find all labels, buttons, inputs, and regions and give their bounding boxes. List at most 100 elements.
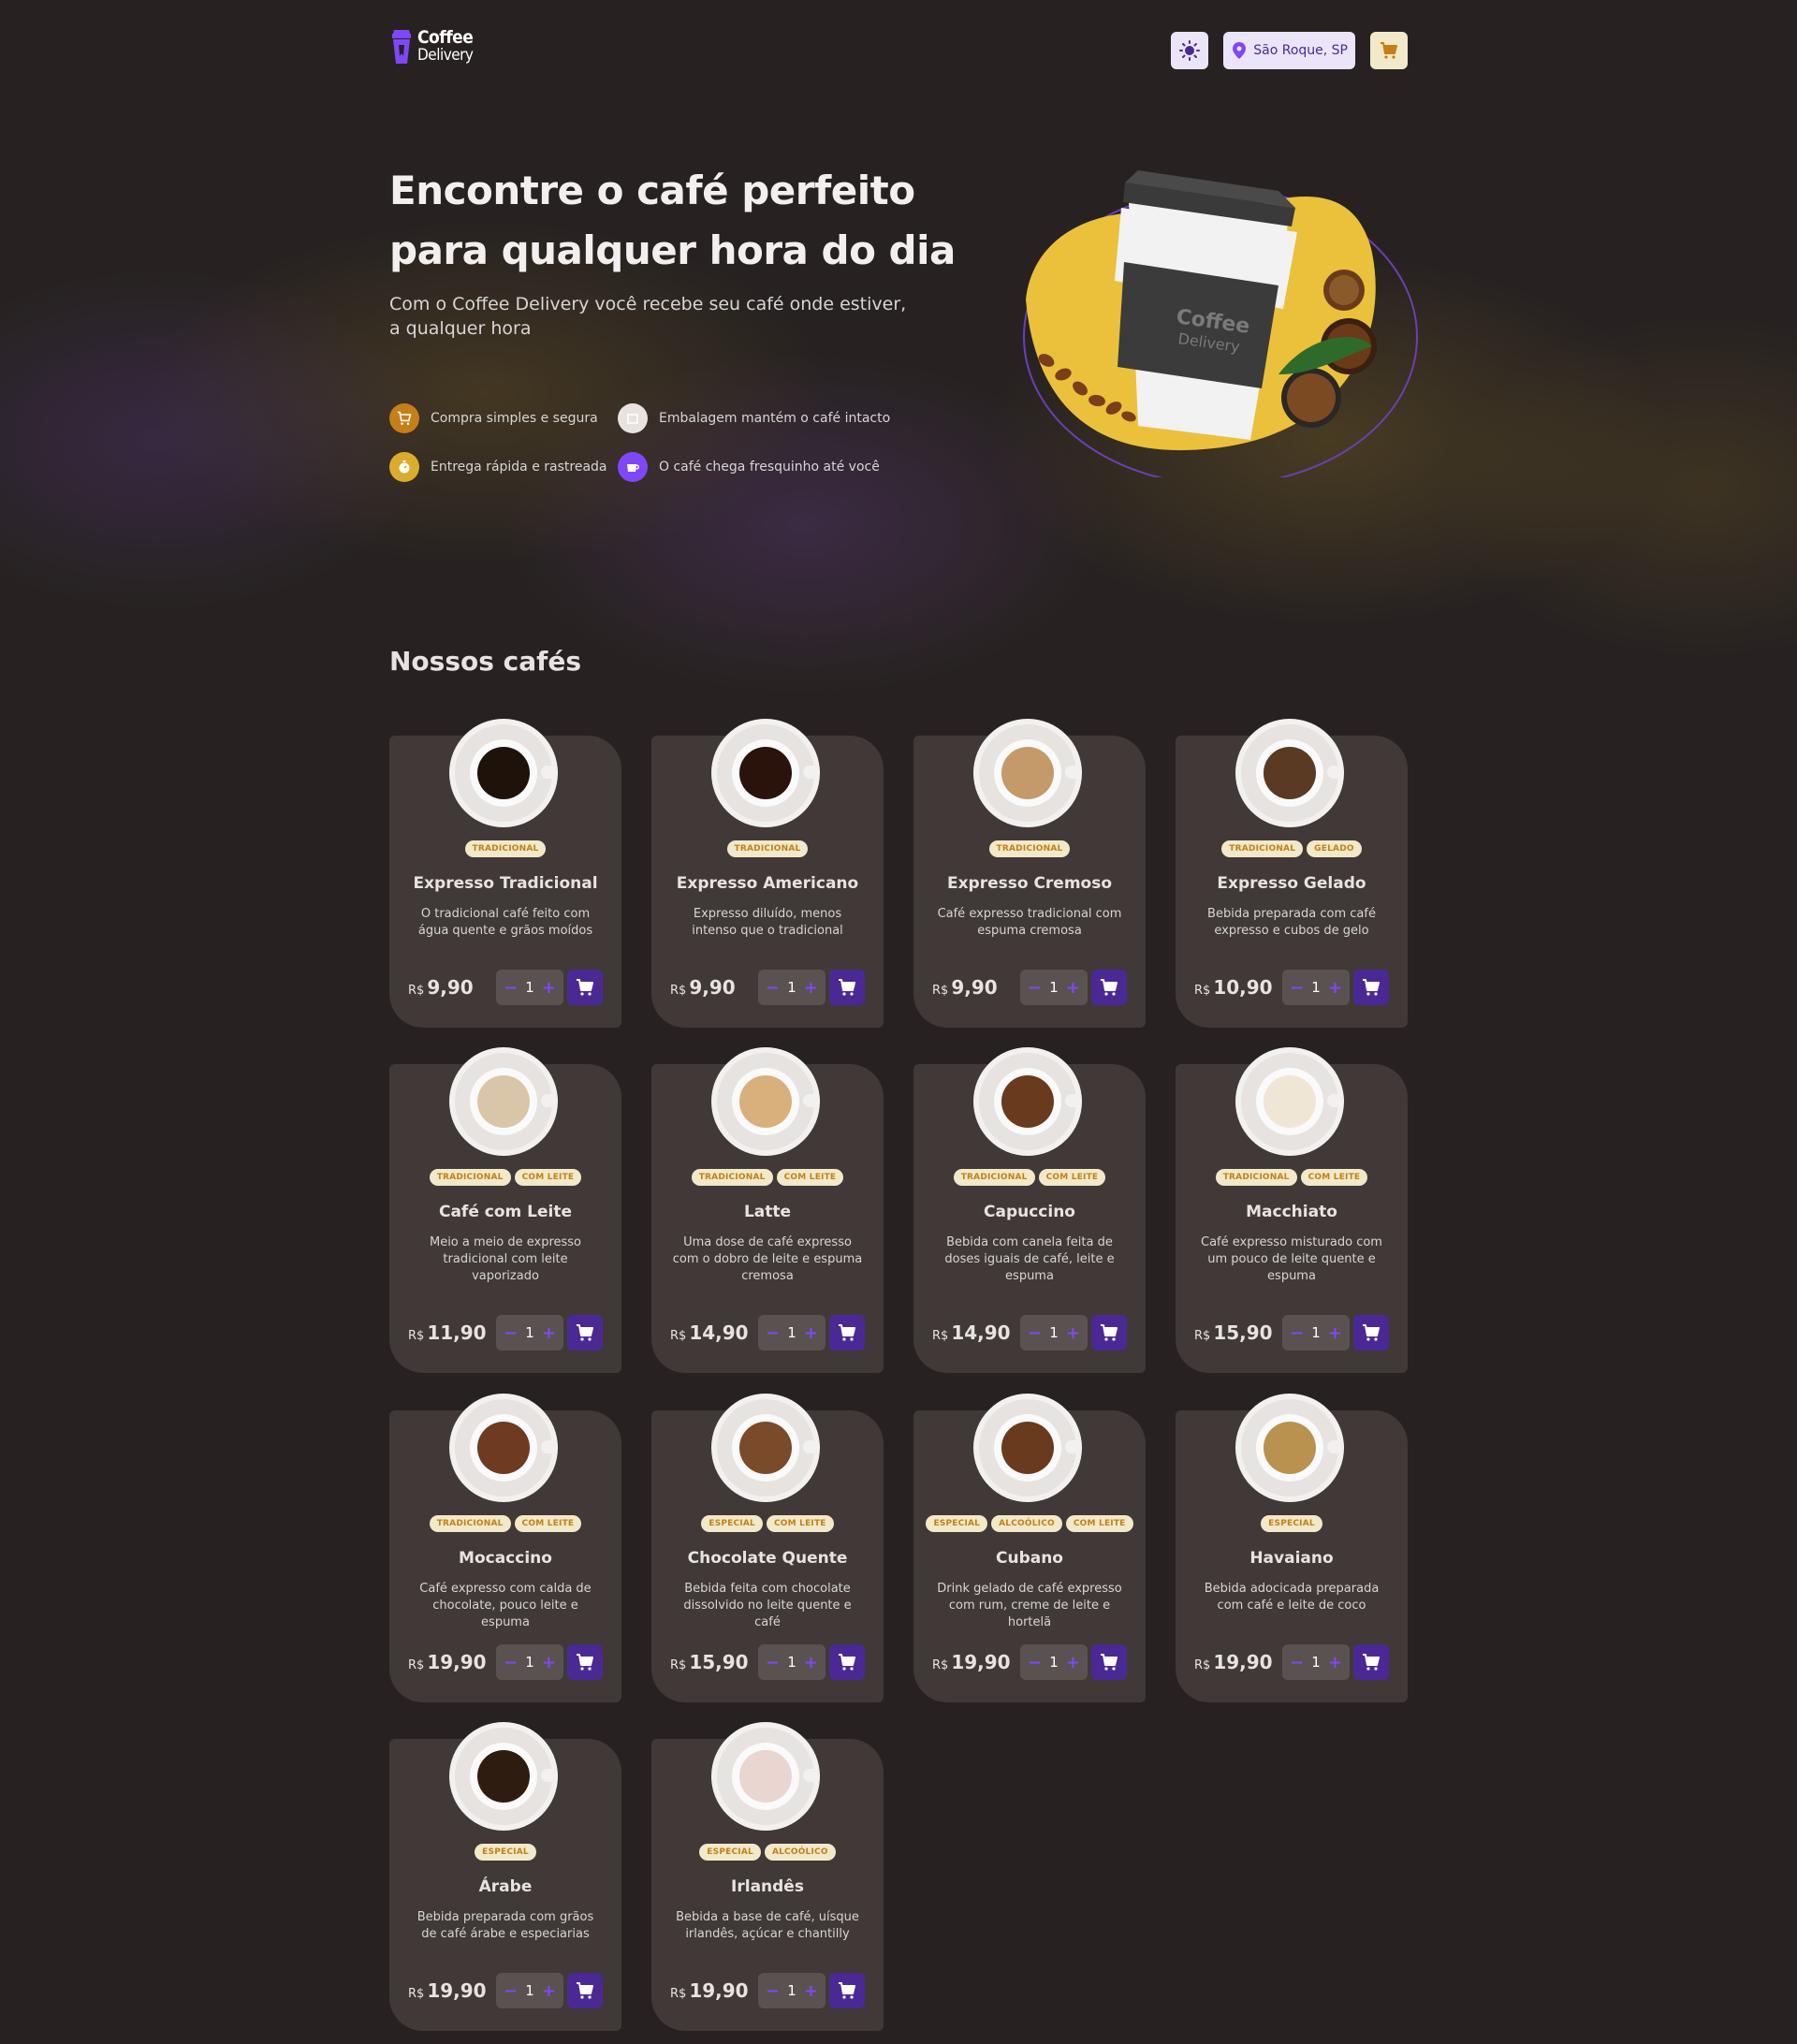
minus-button[interactable]: − (766, 1981, 780, 2001)
feature-item: Embalagem mantém o café intacto (618, 402, 898, 434)
coffee-name: Latte (743, 1203, 792, 1221)
coffee-card: ESPECIAL COM LEITE Chocolate Quente Bebid… (651, 1394, 884, 1702)
minus-button[interactable]: − (504, 1653, 518, 1672)
minus-button[interactable]: − (766, 1653, 780, 1672)
price: R$ 14,90 (670, 1321, 749, 1344)
coffee-description: Expresso diluído, menos intenso que o tr… (692, 907, 843, 938)
plus-button[interactable]: + (1066, 1653, 1080, 1672)
price: R$ 19,90 (1194, 1651, 1273, 1673)
coffee-name: Chocolate Quente (687, 1549, 848, 1568)
price: R$ 14,90 (932, 1321, 1011, 1344)
plus-button[interactable]: + (804, 1981, 818, 2001)
plus-button[interactable]: + (542, 1323, 556, 1343)
add-to-cart-button[interactable] (1091, 1644, 1127, 1680)
price-value: 9,90 (951, 976, 998, 999)
quantity-value: 1 (1049, 1324, 1059, 1341)
plus-button[interactable]: + (542, 1981, 556, 2001)
coffee-cup-image (449, 1722, 558, 1831)
card-footer: R$ 15,90 − 1 + (670, 1644, 865, 1680)
quantity-stepper: − 1 + (496, 1315, 563, 1350)
cart-button[interactable] (1370, 32, 1408, 69)
minus-button[interactable]: − (1028, 978, 1042, 998)
price: R$ 19,90 (408, 1651, 487, 1673)
add-to-cart-button[interactable] (1353, 970, 1389, 1005)
package-icon (618, 403, 648, 433)
location-label: São Roque, SP (1253, 43, 1348, 58)
coffee-description: Bebida adocicada preparada com café e le… (1204, 1582, 1380, 1613)
minus-button[interactable]: − (504, 1981, 518, 2001)
add-to-cart-button[interactable] (1091, 1315, 1127, 1350)
minus-button[interactable]: − (1290, 1653, 1304, 1672)
add-to-cart-button[interactable] (567, 1315, 603, 1350)
tag-badge: COM LEITE (514, 1169, 582, 1186)
hero-coffee-cup-image: Coffee Delivery (1023, 170, 1418, 477)
price-value: 19,90 (951, 1651, 1011, 1673)
tag-list: TRADICIONAL COM LEITE (913, 1169, 1146, 1186)
cart-icon (1101, 1654, 1118, 1671)
location-button[interactable]: São Roque, SP (1223, 32, 1355, 69)
minus-button[interactable]: − (504, 1323, 518, 1343)
plus-button[interactable]: + (1066, 1323, 1080, 1343)
quantity-stepper: − 1 + (1020, 1315, 1088, 1350)
quantity-stepper: − 1 + (758, 1315, 825, 1350)
add-to-cart-button[interactable] (829, 1973, 865, 2008)
currency-symbol: R$ (670, 1658, 687, 1672)
tag-badge: COM LEITE (514, 1515, 582, 1532)
plus-button[interactable]: + (542, 978, 556, 998)
feature-item: Entrega rápida e rastreada (389, 451, 618, 483)
quantity-value: 1 (787, 1982, 796, 1999)
minus-button[interactable]: − (1028, 1653, 1042, 1672)
tag-list: ESPECIAL ALCOÓLICO COM LEITE (913, 1515, 1146, 1532)
price: R$ 9,90 (932, 976, 998, 999)
add-to-cart-button[interactable] (1353, 1644, 1389, 1680)
minus-button[interactable]: − (504, 978, 518, 998)
minus-button[interactable]: − (1290, 1323, 1304, 1343)
quantity-stepper: − 1 + (496, 1973, 563, 2008)
minus-button[interactable]: − (766, 1323, 780, 1343)
plus-button[interactable]: + (804, 978, 818, 998)
minus-button[interactable]: − (1028, 1323, 1042, 1343)
currency-symbol: R$ (408, 1329, 425, 1343)
add-to-cart-button[interactable] (829, 970, 865, 1005)
add-to-cart-button[interactable] (1091, 970, 1127, 1005)
add-to-cart-button[interactable] (567, 970, 603, 1005)
coffee-card: ESPECIAL ALCOÓLICO Irlandês Bebida a base… (651, 1722, 884, 2031)
plus-button[interactable]: + (1066, 978, 1080, 998)
feature-item: O café chega fresquinho até você (618, 451, 898, 483)
hero-title-line2: para qualquer hora do dia (389, 227, 956, 273)
plus-button[interactable]: + (1328, 978, 1342, 998)
add-to-cart-button[interactable] (829, 1644, 865, 1680)
minus-button[interactable]: − (766, 978, 780, 998)
coffee-name: Macchiato (1246, 1203, 1337, 1221)
add-to-cart-button[interactable] (567, 1973, 603, 2008)
tag-badge: ESPECIAL (1261, 1515, 1322, 1532)
minus-button[interactable]: − (1290, 978, 1304, 998)
quantity-value: 1 (787, 979, 796, 996)
plus-button[interactable]: + (1328, 1653, 1342, 1672)
card-footer: R$ 19,90 − 1 + (408, 1973, 603, 2008)
add-to-cart-button[interactable] (829, 1315, 865, 1350)
cart-icon (839, 1654, 855, 1671)
coffee-name: Expresso Cremoso (946, 874, 1113, 893)
price: R$ 19,90 (670, 1979, 749, 2002)
plus-button[interactable]: + (1328, 1323, 1342, 1343)
price-value: 15,90 (689, 1651, 749, 1673)
coffee-cup-image (711, 1047, 820, 1156)
tag-badge: TRADICIONAL (988, 840, 1071, 857)
quantity-stepper: − 1 + (1282, 970, 1350, 1005)
tag-badge: TRADICIONAL (1221, 840, 1304, 857)
card-footer: R$ 15,90 − 1 + (1194, 1315, 1389, 1350)
card-footer: R$ 9,90 − 1 + (408, 970, 603, 1005)
add-to-cart-button[interactable] (567, 1644, 603, 1680)
quantity-stepper: − 1 + (1282, 1315, 1350, 1350)
cart-icon (1101, 979, 1118, 996)
plus-button[interactable]: + (804, 1323, 818, 1343)
theme-toggle-button[interactable] (1171, 32, 1209, 69)
coffee-description: Meio a meio de expresso tradicional com … (429, 1235, 582, 1283)
coffee-description: Café expresso com calda de chocolate, po… (419, 1582, 592, 1629)
add-to-cart-button[interactable] (1353, 1315, 1389, 1350)
logo[interactable]: Coffee Delivery (389, 28, 474, 66)
plus-button[interactable]: + (804, 1653, 818, 1672)
coffee-description: Bebida preparada com café expresso e cub… (1207, 907, 1376, 938)
plus-button[interactable]: + (542, 1653, 556, 1672)
